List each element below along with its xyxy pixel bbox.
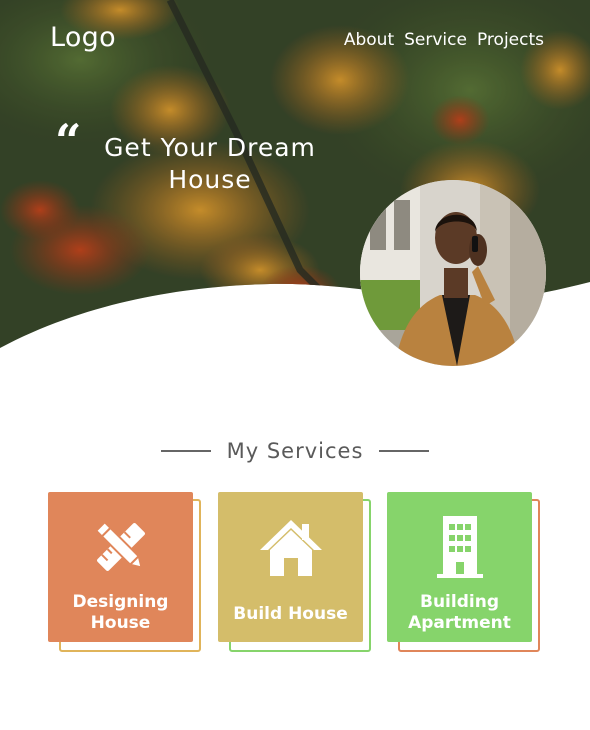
nav-link-projects[interactable]: Projects xyxy=(477,30,544,50)
card-face: Building Apartment xyxy=(387,492,532,642)
house-icon xyxy=(259,520,322,576)
card-face: Designing House xyxy=(48,492,193,642)
card-label: Building Apartment xyxy=(408,592,511,633)
service-card-build-house[interactable]: Build House xyxy=(218,492,371,652)
main-nav: About Service Projects xyxy=(344,30,544,50)
divider-line-right xyxy=(379,450,430,452)
card-label: Build House xyxy=(233,604,348,624)
service-card-building-apartment[interactable]: Building Apartment xyxy=(387,492,540,652)
services-title: My Services xyxy=(226,439,364,463)
divider-line-left xyxy=(160,450,211,452)
services-heading: My Services xyxy=(0,436,590,466)
nav-link-service[interactable]: Service xyxy=(404,30,467,50)
hero-headline: Get Your Dream House xyxy=(104,133,316,194)
profile-photo xyxy=(360,180,546,366)
building-icon xyxy=(436,516,483,578)
service-card-designing-house[interactable]: Designing House xyxy=(48,492,201,652)
man-on-phone-image xyxy=(360,180,546,366)
card-label: Designing House xyxy=(72,592,169,633)
card-face: Build House xyxy=(218,492,363,642)
hero-section: Logo About Service Projects “ Get Your D… xyxy=(0,0,590,370)
pencil-ruler-icon xyxy=(94,520,145,571)
logo[interactable]: Logo xyxy=(50,22,116,53)
nav-link-about[interactable]: About xyxy=(344,30,394,50)
